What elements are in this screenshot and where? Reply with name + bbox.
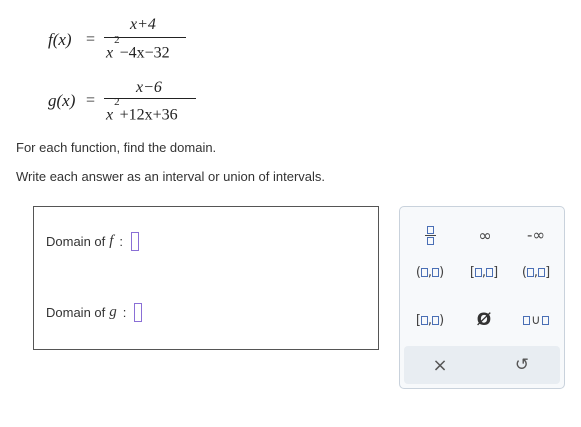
infinity-icon: ∞ bbox=[478, 225, 492, 245]
domain-f-var: f bbox=[109, 233, 114, 249]
answer-box: Domain of f : Domain of g : bbox=[33, 206, 379, 350]
closed-open-interval-button[interactable]: [,) bbox=[406, 308, 454, 332]
empty-set-icon: Ø bbox=[476, 310, 492, 330]
palette-action-bar: × ↺ bbox=[404, 346, 560, 384]
instruction-line-1: For each function, find the domain. bbox=[16, 140, 217, 155]
closed-closed-interval-button[interactable]: [,] bbox=[460, 260, 508, 284]
fraction-button[interactable] bbox=[416, 221, 444, 249]
domain-g-label: Domain of bbox=[46, 305, 106, 320]
math-palette: ∞ -∞ (,) [,] (,] [,) Ø ∪ × ↺ bbox=[399, 206, 565, 389]
f-den-rest: −4x−32 bbox=[119, 44, 170, 62]
undo-button[interactable]: ↺ bbox=[508, 353, 536, 377]
close-icon: × bbox=[432, 354, 448, 376]
open-closed-interval-button[interactable]: (,] bbox=[512, 260, 560, 284]
g-denominator: x2+12x+36 bbox=[106, 96, 178, 124]
f-numerator-text: x+4 bbox=[130, 16, 156, 33]
infinity-button[interactable]: ∞ bbox=[470, 223, 500, 247]
domain-f-label: Domain of bbox=[46, 234, 106, 249]
g-equals: = bbox=[86, 92, 96, 109]
domain-f-colon: : bbox=[119, 234, 124, 249]
g-den-exp: 2 bbox=[114, 96, 120, 108]
empty-set-button[interactable]: Ø bbox=[466, 308, 502, 332]
f-equals: = bbox=[86, 31, 96, 48]
domain-g-input[interactable] bbox=[134, 303, 143, 322]
neg-infinity-button[interactable]: -∞ bbox=[518, 223, 554, 247]
clear-button[interactable]: × bbox=[426, 353, 454, 377]
open-closed-interval-icon: (,] bbox=[521, 264, 551, 280]
f-den-base: x bbox=[106, 44, 114, 62]
domain-g-row: Domain of g : bbox=[46, 303, 143, 322]
fraction-icon bbox=[424, 225, 436, 245]
g-label: g(x) bbox=[48, 91, 76, 110]
open-open-interval-icon: (,) bbox=[415, 264, 445, 280]
f-numerator: x+4 bbox=[130, 16, 156, 34]
closed-closed-interval-icon: [,] bbox=[469, 264, 499, 280]
g-den-base: x bbox=[106, 106, 114, 124]
g-numerator: x−6 bbox=[136, 79, 162, 97]
neg-infinity-icon: -∞ bbox=[527, 226, 545, 244]
domain-f-input[interactable] bbox=[131, 232, 140, 251]
f-label: f(x) bbox=[48, 30, 72, 49]
closed-open-interval-icon: [,) bbox=[415, 312, 445, 328]
undo-icon: ↺ bbox=[514, 355, 530, 375]
union-button[interactable]: ∪ bbox=[514, 308, 558, 332]
g-numerator-text: x−6 bbox=[136, 79, 162, 96]
g-den-rest: +12x+36 bbox=[119, 106, 178, 124]
domain-f-row: Domain of f : bbox=[46, 232, 140, 251]
domain-g-colon: : bbox=[122, 305, 127, 320]
domain-g-var: g bbox=[109, 304, 117, 320]
union-icon: ∪ bbox=[523, 313, 549, 328]
f-den-exp: 2 bbox=[114, 34, 120, 46]
open-open-interval-button[interactable]: (,) bbox=[406, 260, 454, 284]
instruction-line-2: Write each answer as an interval or unio… bbox=[16, 169, 326, 184]
f-denominator: x2−4x−32 bbox=[106, 34, 170, 62]
